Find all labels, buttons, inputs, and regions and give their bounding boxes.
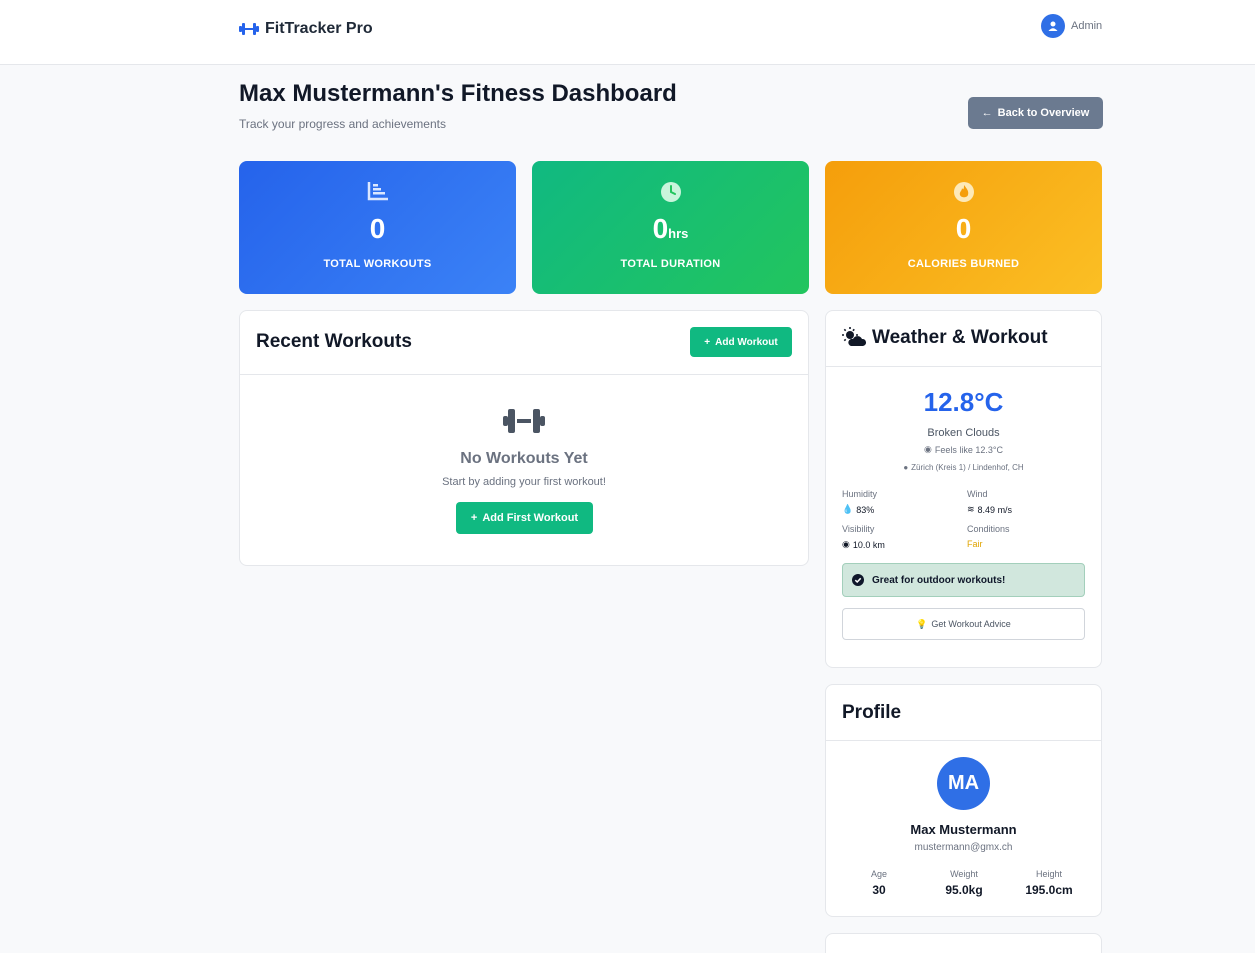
profile-card: Profile MA Max Mustermann mustermann@gmx… (825, 684, 1102, 917)
visibility-label: Visibility (842, 524, 875, 534)
eye-icon: ◉ (924, 444, 932, 454)
recent-workouts-card: Recent Workouts + Add Workout No Workout… (239, 310, 809, 566)
profile-height: Height 195.0cm (1004, 869, 1094, 897)
weight-label: Weight (950, 869, 978, 879)
stat-value: 0 (652, 213, 669, 244)
empty-state-subtitle: Start by adding your first workout! (442, 476, 606, 488)
weight-value: 95.0kg (945, 883, 983, 897)
plus-icon: + (704, 336, 711, 348)
visibility-value: 10.0 km (852, 539, 885, 550)
recent-workouts-header: Recent Workouts + Add Workout (240, 311, 808, 375)
profile-weight: Weight 95.0kg (919, 869, 1009, 897)
lightbulb-icon: 💡 (916, 618, 928, 629)
eye-icon: ◉ (842, 539, 850, 549)
next-card-partial (825, 933, 1102, 953)
stat-total-duration: 0hrs TOTAL DURATION (532, 161, 809, 294)
stat-unit: hrs (668, 226, 689, 241)
dumbbell-icon (239, 23, 259, 35)
humidity-metric: Humidity 💧 83% (842, 489, 877, 515)
add-workout-label: Add Workout (715, 336, 778, 348)
age-value: 30 (872, 883, 886, 897)
add-first-workout-button[interactable]: + Add First Workout (456, 502, 593, 534)
user-menu[interactable]: Admin (1041, 14, 1102, 38)
visibility-metric: Visibility ◉ 10.0 km (842, 524, 885, 550)
cloud-sun-icon (842, 327, 866, 346)
droplet-icon: 💧 (842, 504, 854, 514)
user-icon (1041, 14, 1065, 38)
page-title: Max Mustermann's Fitness Dashboard (239, 80, 677, 107)
conditions-label: Conditions (967, 524, 1010, 534)
profile-age: Age 30 (834, 869, 924, 897)
profile-name: Max Mustermann (910, 822, 1017, 837)
avatar: MA (937, 757, 990, 810)
conditions-metric: Conditions Fair (967, 524, 1010, 549)
wind-metric: Wind ≋ 8.49 m/s (967, 489, 1012, 515)
location: ● Zürich (Kreis 1) / Lindenhof, CH (826, 463, 1101, 472)
brand-name: FitTracker Pro (265, 20, 373, 37)
wind-label: Wind (967, 489, 988, 499)
workout-advice-label: Get Workout Advice (931, 619, 1011, 629)
outdoor-advice-alert: Great for outdoor workouts! (842, 563, 1085, 597)
height-value: 195.0cm (1025, 883, 1073, 897)
page-subtitle: Track your progress and achievements (239, 117, 446, 131)
map-pin-icon: ● (903, 463, 909, 472)
stat-total-workouts: 0 TOTAL WORKOUTS (239, 161, 516, 294)
weather-header: Weather & Workout (826, 311, 1101, 367)
brand-logo[interactable]: FitTracker Pro (239, 20, 373, 38)
check-circle-icon (852, 574, 864, 586)
user-name: Admin (1071, 20, 1103, 32)
temperature: 12.8°C (923, 387, 1004, 417)
get-workout-advice-button[interactable]: 💡 Get Workout Advice (842, 608, 1085, 640)
recent-workouts-title: Recent Workouts (256, 331, 412, 352)
conditions-value: Fair (967, 539, 983, 549)
stat-label: TOTAL DURATION (620, 258, 721, 270)
profile-title: Profile (842, 702, 902, 723)
dumbbell-icon (503, 409, 545, 433)
location-text: Zürich (Kreis 1) / Lindenhof, CH (911, 463, 1024, 472)
stat-value: 0 (955, 213, 972, 244)
humidity-label: Humidity (842, 489, 878, 499)
weather-card: Weather & Workout 12.8°C Broken Clouds ◉… (825, 310, 1102, 668)
clock-icon (660, 182, 681, 202)
humidity-value: 83% (856, 504, 875, 515)
empty-state-title: No Workouts Yet (460, 450, 588, 467)
chart-icon (367, 182, 388, 201)
weather-condition: Broken Clouds (927, 427, 1000, 439)
age-label: Age (870, 869, 887, 879)
wind-value: 8.49 m/s (977, 504, 1013, 515)
feels-like-text: Feels like 12.3°C (934, 444, 1003, 455)
profile-email: mustermann@gmx.ch (914, 842, 1013, 853)
back-button-label: Back to Overview (997, 107, 1090, 119)
feels-like: ◉ Feels like 12.3°C (826, 444, 1101, 455)
outdoor-advice-text: Great for outdoor workouts! (872, 574, 1006, 586)
stat-calories-burned: 0 CALORIES BURNED (825, 161, 1102, 294)
stat-label: TOTAL WORKOUTS (323, 258, 432, 270)
stat-value: 0 (369, 213, 386, 244)
top-navbar: FitTracker Pro Admin (0, 0, 1255, 65)
plus-icon: + (470, 512, 478, 524)
height-label: Height (1035, 869, 1062, 879)
add-workout-button[interactable]: + Add Workout (690, 327, 792, 357)
wind-icon: ≋ (967, 504, 975, 514)
weather-title: Weather & Workout (872, 327, 1048, 348)
arrow-left-icon: ← (981, 107, 993, 119)
profile-header: Profile (826, 685, 1101, 741)
stat-label: CALORIES BURNED (907, 258, 1020, 270)
fire-icon (953, 182, 974, 202)
back-to-overview-button[interactable]: ← Back to Overview (968, 97, 1103, 129)
add-first-workout-label: Add First Workout (482, 512, 579, 524)
